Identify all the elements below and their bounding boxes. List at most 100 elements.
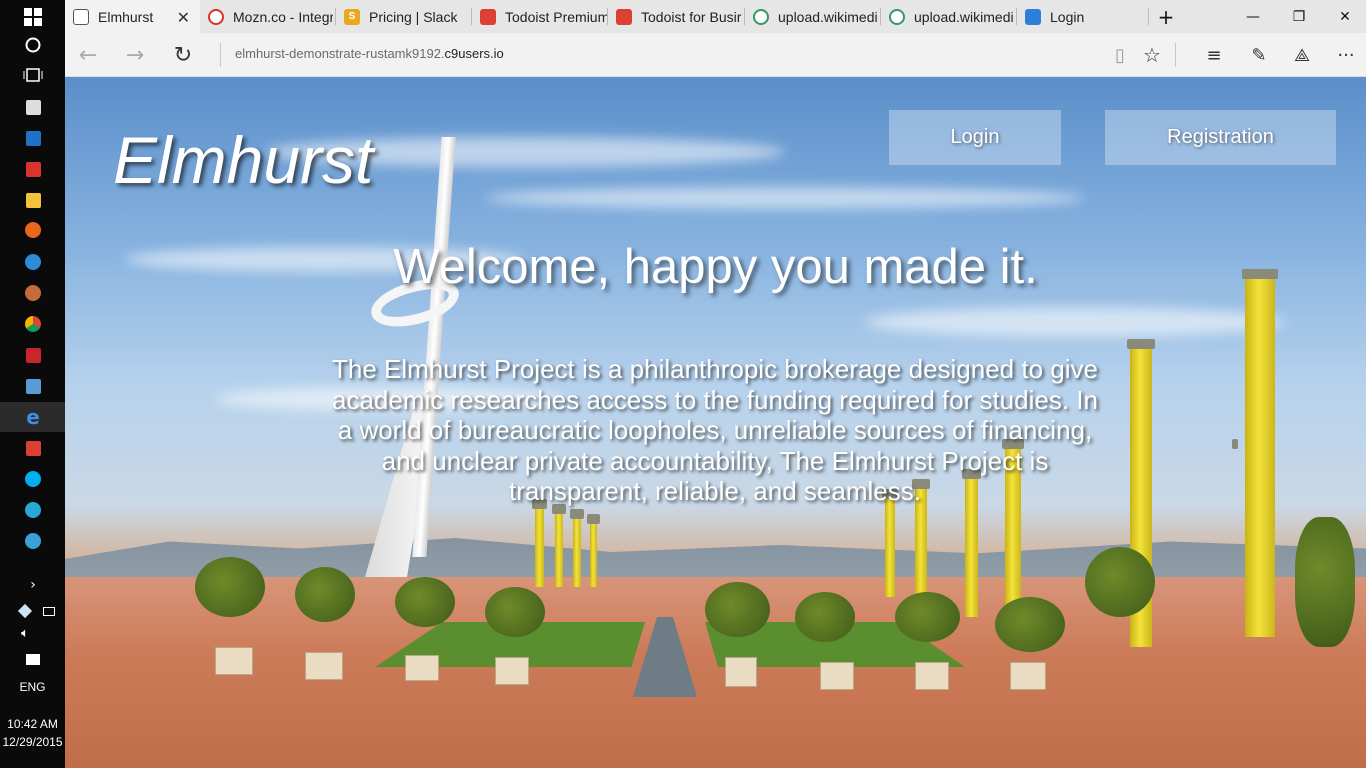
cloud bbox=[865, 307, 1285, 337]
chevron-right-icon[interactable]: › bbox=[22, 574, 44, 596]
todoist-icon bbox=[616, 8, 632, 25]
tree bbox=[895, 592, 960, 642]
app-icon[interactable] bbox=[22, 282, 44, 304]
tab-todoist-business[interactable]: Todoist for Busir bbox=[608, 0, 744, 33]
calendar-icon[interactable] bbox=[22, 127, 44, 149]
planter bbox=[1010, 662, 1046, 690]
hub-icon[interactable]: ≡ bbox=[1199, 41, 1229, 69]
more-icon[interactable]: ··· bbox=[1331, 41, 1361, 69]
tab-label: upload.wikimedi bbox=[914, 8, 1014, 25]
tree bbox=[995, 597, 1065, 652]
planter bbox=[495, 657, 529, 685]
pillar bbox=[532, 499, 547, 587]
firefox-icon[interactable] bbox=[22, 219, 44, 241]
tab-slack[interactable]: S Pricing | Slack bbox=[336, 0, 471, 33]
calculator-icon[interactable] bbox=[22, 96, 44, 118]
skype-icon[interactable] bbox=[22, 468, 44, 490]
browser-address-bar: ← → ↻ elmhurst-demonstrate-rustamk9192.c… bbox=[65, 33, 1366, 77]
clock-date[interactable]: 12/29/2015 bbox=[0, 735, 65, 749]
tab-wikimedia-2[interactable]: upload.wikimedi bbox=[881, 0, 1016, 33]
web-note-icon[interactable]: ✎ bbox=[1244, 41, 1274, 69]
slack-icon: S bbox=[344, 8, 360, 25]
pillar bbox=[1242, 269, 1278, 637]
browser-tab-strip: Elmhurst ✕ Mozn.co - Integr S Pricing | … bbox=[65, 0, 1366, 33]
tab-mozn[interactable]: Mozn.co - Integr bbox=[200, 0, 333, 33]
restore-icon[interactable]: ❐ bbox=[1276, 0, 1322, 33]
chrome-icon[interactable] bbox=[22, 313, 44, 335]
back-icon[interactable]: ← bbox=[73, 41, 103, 69]
tab-label: upload.wikimedi bbox=[778, 8, 878, 25]
planter bbox=[215, 647, 253, 675]
tab-label: Todoist Premium bbox=[505, 8, 607, 25]
project-description: The Elmhurst Project is a philanthropic … bbox=[332, 354, 1098, 506]
tree bbox=[1085, 547, 1155, 617]
planter bbox=[405, 655, 439, 681]
photos-icon[interactable] bbox=[22, 158, 44, 180]
nav-separator bbox=[1175, 43, 1176, 67]
page-icon bbox=[73, 8, 89, 25]
tab-label: Login bbox=[1050, 8, 1085, 25]
app-icon[interactable] bbox=[22, 375, 44, 397]
login-icon bbox=[1025, 8, 1041, 25]
reading-view-icon[interactable]: ▯ bbox=[1105, 41, 1135, 69]
pillar bbox=[587, 514, 600, 587]
cloud bbox=[485, 187, 1085, 209]
language-indicator[interactable]: ENG bbox=[0, 680, 65, 694]
action-center-icon[interactable] bbox=[22, 648, 44, 670]
app-icon[interactable] bbox=[22, 499, 44, 521]
close-icon[interactable]: ✕ bbox=[177, 8, 190, 28]
tab-wikimedia-1[interactable]: upload.wikimedi bbox=[745, 0, 880, 33]
planter bbox=[915, 662, 949, 690]
media-icon[interactable] bbox=[22, 530, 44, 552]
todoist-icon bbox=[480, 8, 496, 25]
windows-start-icon[interactable] bbox=[22, 6, 44, 28]
login-button[interactable]: Login bbox=[889, 110, 1061, 165]
welcome-headline: Welcome, happy you made it. bbox=[393, 240, 1038, 294]
minimize-icon[interactable]: — bbox=[1230, 0, 1276, 33]
tree bbox=[295, 567, 355, 622]
clock-time[interactable]: 10:42 AM bbox=[0, 717, 65, 731]
url-field[interactable]: elmhurst-demonstrate-rustamk9192.c9users… bbox=[235, 46, 504, 61]
wikimedia-icon bbox=[889, 8, 905, 25]
site-brand[interactable]: Elmhurst bbox=[113, 122, 373, 198]
planter bbox=[725, 657, 757, 687]
planter bbox=[820, 662, 854, 690]
volume-icon[interactable]: 🔈︎ bbox=[14, 622, 36, 644]
close-window-icon[interactable]: ✕ bbox=[1322, 0, 1366, 33]
dropbox-icon[interactable] bbox=[14, 600, 36, 622]
share-icon[interactable]: ⟁ bbox=[1287, 41, 1317, 69]
pillar bbox=[882, 489, 898, 597]
network-icon[interactable] bbox=[38, 600, 60, 622]
tree bbox=[195, 557, 265, 617]
tab-elmhurst[interactable]: Elmhurst ✕ bbox=[65, 0, 200, 33]
wikimedia-icon bbox=[753, 8, 769, 25]
forward-icon[interactable]: → bbox=[120, 41, 150, 69]
tree bbox=[485, 587, 545, 637]
tab-label: Todoist for Busir bbox=[641, 8, 742, 25]
registration-button[interactable]: Registration bbox=[1105, 110, 1336, 165]
tab-label: Mozn.co - Integr bbox=[233, 8, 333, 25]
url-prefix: elmhurst-demonstrate-rustamk9192. bbox=[235, 46, 445, 61]
url-domain: c9users.io bbox=[444, 46, 504, 61]
file-explorer-icon[interactable] bbox=[22, 189, 44, 211]
todoist-icon[interactable] bbox=[22, 437, 44, 459]
edge-icon[interactable]: e bbox=[22, 405, 44, 429]
messaging-icon[interactable] bbox=[22, 251, 44, 273]
planter bbox=[305, 652, 343, 680]
filezilla-icon[interactable] bbox=[22, 344, 44, 366]
new-tab-icon[interactable]: + bbox=[1143, 0, 1189, 33]
tab-login[interactable]: Login bbox=[1017, 0, 1147, 33]
windows-taskbar: e › 🔈︎ ENG 10:42 AM 12/29/2015 bbox=[0, 0, 65, 768]
tree bbox=[705, 582, 770, 637]
pillar bbox=[552, 504, 566, 587]
tree bbox=[795, 592, 855, 642]
page-hero: Elmhurst Login Registration Welcome, hap… bbox=[65, 77, 1366, 768]
tab-todoist-premium[interactable]: Todoist Premium bbox=[472, 0, 607, 33]
refresh-icon[interactable]: ↻ bbox=[168, 41, 198, 69]
favorite-star-icon[interactable]: ☆ bbox=[1137, 41, 1167, 69]
tab-label: Pricing | Slack bbox=[369, 8, 458, 25]
task-view-icon[interactable] bbox=[22, 64, 44, 86]
tree bbox=[395, 577, 455, 627]
cortana-icon[interactable] bbox=[22, 34, 44, 56]
nav-separator bbox=[220, 43, 221, 67]
